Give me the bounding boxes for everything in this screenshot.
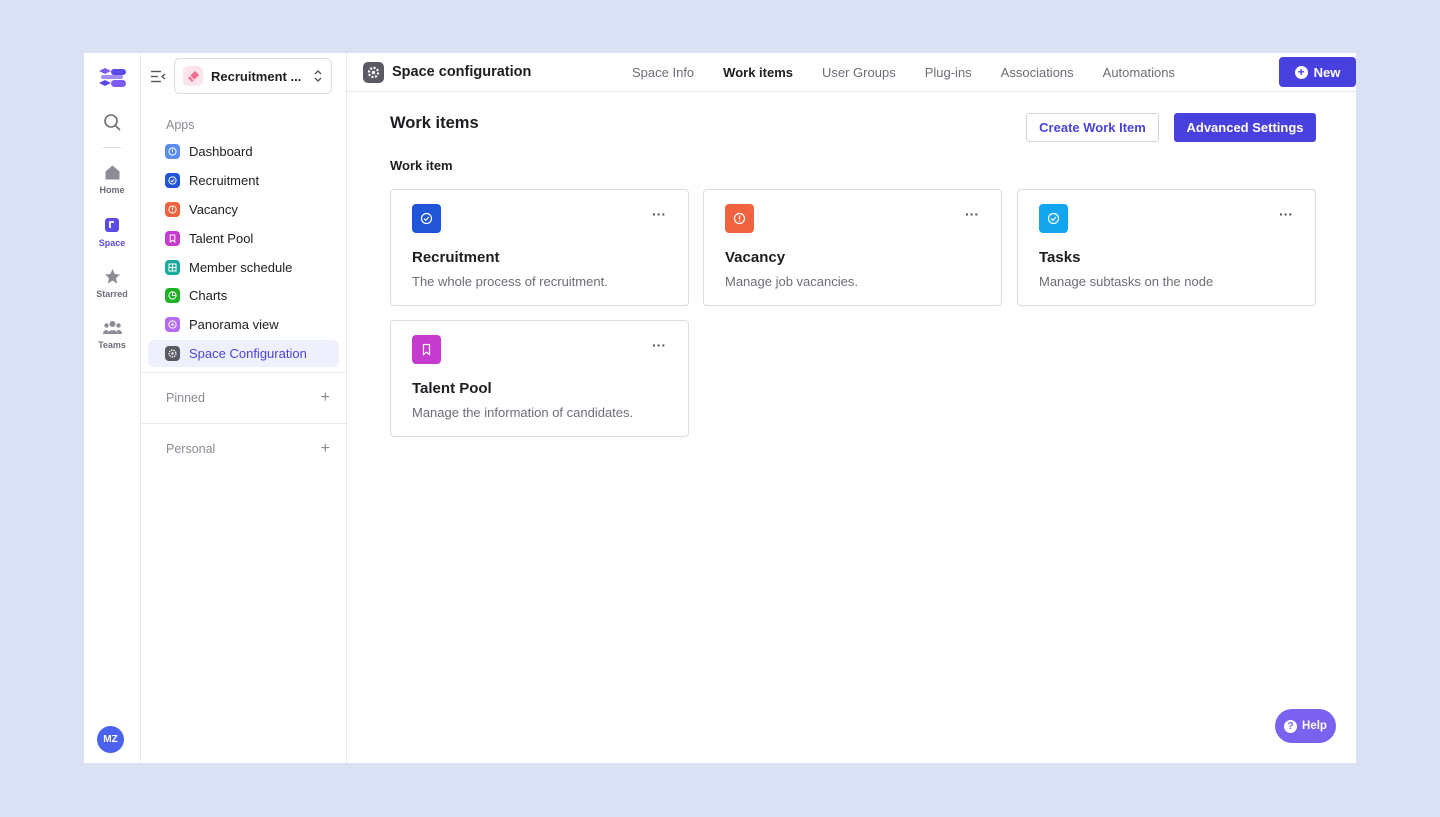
more-options-icon[interactable]: ···	[965, 207, 979, 221]
pinned-section: Pinned +	[141, 373, 346, 423]
sidebar-item-space-configuration[interactable]: Space Configuration	[148, 340, 339, 368]
tab-user-groups[interactable]: User Groups	[822, 65, 896, 80]
check-circle-icon	[412, 204, 441, 233]
sidebar-item-dashboard[interactable]: Dashboard	[148, 138, 339, 165]
tab-bar: Space Info Work items User Groups Plug-i…	[632, 53, 1204, 92]
main-content: Space configuration Space Info Work item…	[347, 53, 1356, 763]
star-icon	[102, 266, 122, 286]
sidebar-item-label: Vacancy	[189, 201, 238, 217]
advanced-settings-button[interactable]: Advanced Settings	[1174, 113, 1316, 142]
rail-label-starred: Starred	[96, 289, 128, 299]
sidebar-item-vacancy[interactable]: Vacancy	[148, 196, 339, 223]
gear-icon	[165, 346, 180, 362]
add-pinned-icon[interactable]: +	[321, 390, 330, 406]
vacancy-icon	[165, 201, 180, 217]
tab-plug-ins[interactable]: Plug-ins	[925, 65, 972, 80]
help-button[interactable]: ? Help	[1275, 709, 1336, 743]
rail-item-space[interactable]: Space	[84, 215, 140, 248]
help-label: Help	[1302, 720, 1327, 732]
tab-associations[interactable]: Associations	[1001, 65, 1074, 80]
card-title: Talent Pool	[412, 380, 492, 397]
apps-section-label: Apps	[166, 118, 195, 132]
work-item-card-recruitment[interactable]: ··· Recruitment The whole process of rec…	[390, 189, 689, 306]
rail-divider	[103, 147, 121, 148]
page-header-title: Space configuration	[392, 64, 532, 80]
section-label: Work item	[390, 158, 453, 173]
gear-icon	[363, 61, 384, 83]
sidebar-item-label: Member schedule	[189, 259, 293, 275]
chevron-updown-icon	[313, 68, 323, 84]
rail-label-space: Space	[98, 238, 126, 248]
sidebar-item-label: Charts	[189, 288, 228, 304]
work-item-card-tasks[interactable]: ··· Tasks Manage subtasks on the node	[1017, 189, 1316, 306]
sidebar-header: Recruitment ...	[141, 53, 346, 99]
question-circle-icon: ?	[1284, 719, 1298, 733]
new-button[interactable]: + New	[1279, 57, 1356, 87]
rail-item-home[interactable]: Home	[84, 162, 140, 195]
work-item-card-vacancy[interactable]: ··· Vacancy Manage job vacancies.	[703, 189, 1002, 306]
sidebar-item-member-schedule[interactable]: Member schedule	[148, 254, 339, 281]
rail-label-home: Home	[99, 185, 125, 195]
card-title: Vacancy	[725, 249, 786, 266]
search-icon[interactable]	[101, 111, 123, 133]
card-title: Tasks	[1039, 249, 1081, 266]
home-icon	[102, 162, 122, 182]
new-button-label: New	[1313, 64, 1341, 80]
space-thumbnail-icon	[183, 66, 203, 86]
more-options-icon[interactable]: ···	[652, 207, 666, 221]
icon-rail: Home Space Starred Teams MZ	[84, 53, 141, 763]
rail-item-teams[interactable]: Teams	[84, 317, 140, 350]
top-bar: Space configuration Space Info Work item…	[347, 53, 1356, 92]
card-description: Manage job vacancies.	[725, 274, 858, 289]
space-selector[interactable]: Recruitment ...	[174, 58, 332, 94]
app-logo[interactable]	[97, 68, 127, 90]
pinned-label: Pinned	[166, 391, 205, 406]
card-description: Manage the information of candidates.	[412, 405, 634, 420]
page-title: Work items	[390, 114, 479, 132]
rail-item-starred[interactable]: Starred	[84, 266, 140, 299]
collapse-sidebar-icon[interactable]	[151, 68, 167, 84]
sidebar-item-label: Dashboard	[189, 144, 253, 159]
alert-circle-icon	[725, 204, 754, 233]
sidebar: Recruitment ... Apps Dashboard Recruitme…	[141, 53, 347, 763]
apps-nav: Dashboard Recruitment Vacancy Talent Poo…	[141, 138, 346, 368]
panorama-view-icon	[165, 317, 180, 333]
add-personal-icon[interactable]: +	[321, 441, 330, 457]
sidebar-item-label: Talent Pool	[189, 230, 254, 246]
tab-work-items[interactable]: Work items	[723, 65, 793, 80]
check-circle-icon	[1039, 204, 1068, 233]
tab-automations[interactable]: Automations	[1103, 65, 1175, 80]
charts-icon	[165, 288, 180, 304]
teams-icon	[102, 317, 122, 337]
tab-space-info[interactable]: Space Info	[632, 65, 694, 80]
personal-section: Personal +	[141, 424, 346, 474]
work-item-card-talent-pool[interactable]: ··· Talent Pool Manage the information o…	[390, 320, 689, 437]
sidebar-item-label: Panorama view	[189, 317, 279, 333]
card-description: Manage subtasks on the node	[1039, 274, 1214, 289]
talent-pool-icon	[165, 230, 180, 246]
plus-circle-icon: +	[1294, 65, 1308, 79]
member-schedule-icon	[165, 259, 180, 275]
more-options-icon[interactable]: ···	[652, 338, 666, 352]
bookmark-icon	[412, 335, 441, 364]
sidebar-item-panorama-view[interactable]: Panorama view	[148, 311, 339, 338]
sidebar-item-label: Space Configuration	[189, 346, 307, 362]
avatar[interactable]: MZ	[97, 726, 124, 753]
rail-label-teams: Teams	[98, 340, 126, 350]
card-title: Recruitment	[412, 249, 500, 266]
sidebar-item-talent-pool[interactable]: Talent Pool	[148, 225, 339, 252]
card-description: The whole process of recruitment.	[412, 274, 608, 289]
space-name: Recruitment ...	[211, 68, 302, 84]
app-window: Home Space Starred Teams MZ Recruitment …	[84, 53, 1356, 763]
sidebar-item-label: Recruitment	[189, 172, 260, 188]
sidebar-item-charts[interactable]: Charts	[148, 282, 339, 309]
dashboard-icon	[165, 144, 180, 159]
space-icon	[102, 215, 122, 235]
more-options-icon[interactable]: ···	[1279, 207, 1293, 221]
create-work-item-button[interactable]: Create Work Item	[1026, 113, 1159, 142]
sidebar-item-recruitment[interactable]: Recruitment	[148, 167, 339, 194]
personal-label: Personal	[166, 442, 216, 457]
recruitment-icon	[165, 172, 180, 188]
